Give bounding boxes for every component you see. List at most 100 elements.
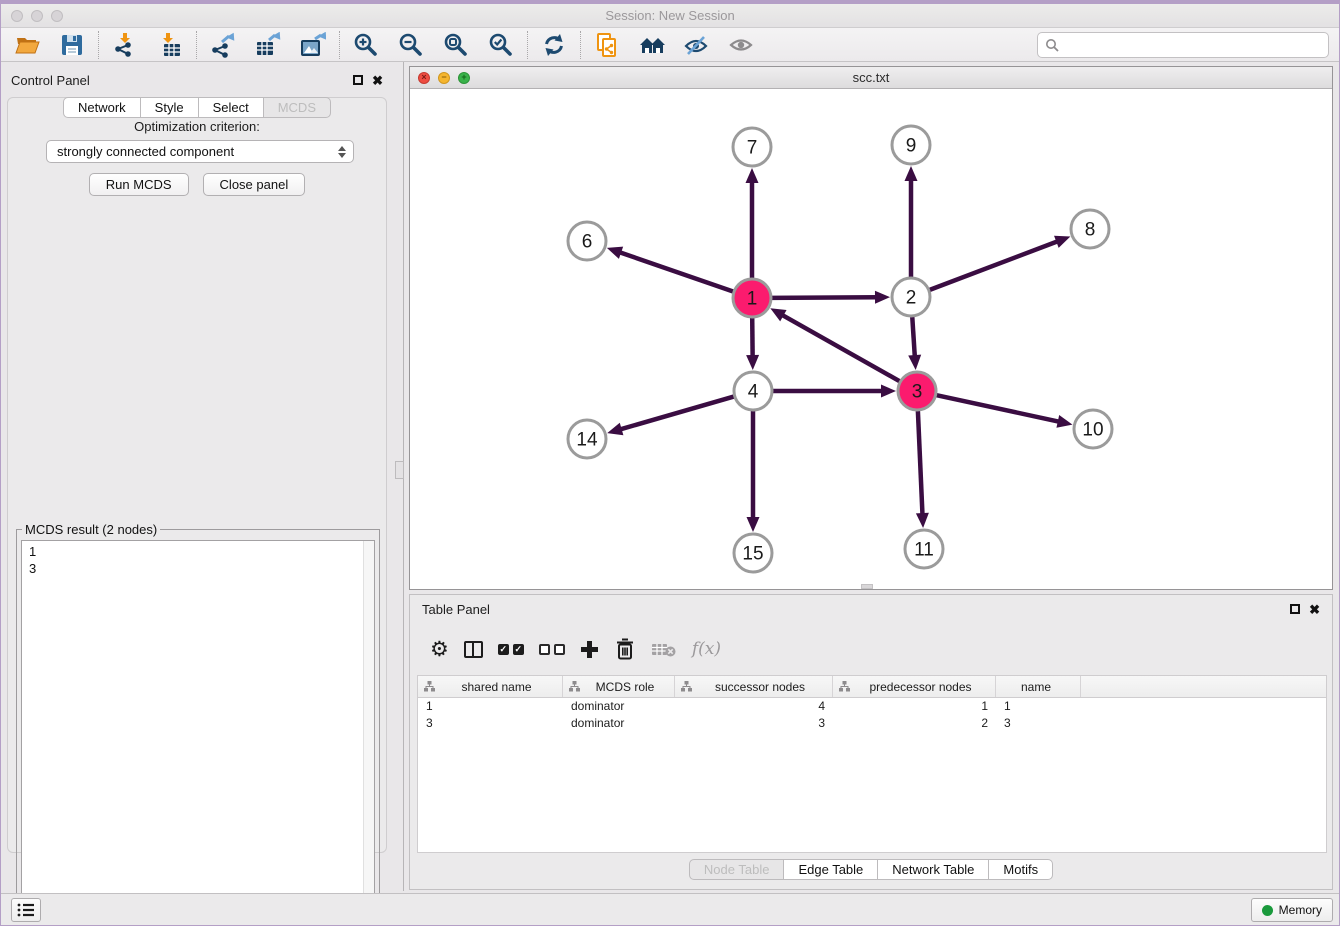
- graph-edge-3-10[interactable]: [937, 395, 1061, 422]
- float-table-panel-icon[interactable]: [1290, 604, 1300, 614]
- canvas-resize-grip[interactable]: [861, 584, 873, 589]
- graph-edge-arrowhead: [881, 385, 896, 398]
- zoom-fit-icon[interactable]: [443, 32, 469, 58]
- graph-edge-1-6[interactable]: [618, 252, 733, 292]
- column-type-icon: [569, 681, 580, 692]
- export-network-icon[interactable]: [210, 32, 236, 58]
- refresh-view-icon[interactable]: [541, 32, 567, 58]
- column-header-name[interactable]: name: [996, 676, 1081, 697]
- optimization-dropdown[interactable]: strongly connected component: [46, 140, 354, 163]
- control-panel-tabs: NetworkStyleSelectMCDS: [1, 97, 393, 118]
- optimization-label: Optimization criterion:: [8, 119, 386, 134]
- column-type-icon: [681, 681, 692, 692]
- graph-node-label: 1: [747, 289, 758, 310]
- export-image-icon[interactable]: [300, 32, 326, 58]
- graph-edge-arrowhead: [908, 355, 921, 370]
- table-body: 1dominator4113dominator323: [418, 698, 1326, 732]
- import-table-icon[interactable]: [157, 32, 183, 58]
- show-columns-icon[interactable]: [464, 636, 483, 662]
- tab-node-table[interactable]: Node Table: [689, 859, 785, 880]
- optimization-dropdown-value: strongly connected component: [57, 144, 234, 159]
- table-cell: 1: [833, 698, 996, 715]
- graph-edge-arrowhead: [875, 291, 890, 304]
- table-row[interactable]: 1dominator411: [418, 698, 1326, 715]
- graph-edge-arrowhead: [905, 166, 918, 181]
- float-panel-icon[interactable]: [353, 75, 363, 85]
- deselect-all-rows-icon[interactable]: [539, 636, 565, 662]
- column-header-successor-nodes[interactable]: successor nodes: [675, 676, 833, 697]
- save-session-icon[interactable]: [59, 32, 85, 58]
- tab-motifs[interactable]: Motifs: [988, 859, 1053, 880]
- graph-node-label: 9: [906, 136, 917, 157]
- status-bar: Memory: [1, 893, 1339, 926]
- task-history-button[interactable]: [11, 898, 41, 922]
- column-header-mcds-role[interactable]: MCDS role: [563, 676, 675, 697]
- network-view-window: × − + scc.txt 7968124314101511: [409, 66, 1333, 590]
- graph-edge-3-11[interactable]: [918, 411, 923, 516]
- graph-node-label: 11: [914, 540, 934, 561]
- table-toolbar: ⚙ ✓✓ f(x): [417, 629, 1325, 669]
- zoom-selected-icon[interactable]: [488, 32, 514, 58]
- zoom-in-icon[interactable]: [353, 32, 379, 58]
- panel-splitter-grip[interactable]: [395, 461, 404, 479]
- control-panel: Control Panel ✖ NetworkStyleSelectMCDS O…: [1, 66, 393, 878]
- export-table-icon[interactable]: [255, 32, 281, 58]
- tab-style[interactable]: Style: [140, 97, 199, 118]
- memory-button[interactable]: Memory: [1251, 898, 1333, 922]
- graph-edge-arrowhead: [1056, 415, 1072, 428]
- mcds-result-box[interactable]: 1 3: [21, 540, 375, 894]
- add-column-icon[interactable]: [580, 636, 599, 662]
- close-table-panel-icon[interactable]: ✖: [1309, 603, 1320, 616]
- run-mcds-button[interactable]: Run MCDS: [89, 173, 189, 196]
- result-scrollbar[interactable]: [363, 541, 374, 893]
- memory-status-dot: [1262, 905, 1273, 916]
- eye-show-icon[interactable]: [729, 32, 755, 58]
- graph-edge-2-3[interactable]: [912, 317, 915, 358]
- network-canvas[interactable]: 7968124314101511: [410, 89, 1332, 589]
- app-titlebar: Session: New Session: [1, 4, 1339, 28]
- table-row[interactable]: 3dominator323: [418, 715, 1326, 732]
- graph-edge-arrowhead: [746, 355, 759, 370]
- search-box[interactable]: [1037, 32, 1329, 58]
- eye-hide-icon[interactable]: [684, 32, 710, 58]
- search-input[interactable]: [1064, 35, 1328, 55]
- graph-edge-arrowhead: [747, 517, 760, 532]
- graph-node-label: 6: [582, 232, 593, 253]
- houses-icon[interactable]: [639, 32, 665, 58]
- column-header-shared-name[interactable]: shared name: [418, 676, 563, 697]
- table-cell: dominator: [563, 715, 675, 732]
- graph-edge-2-8[interactable]: [930, 241, 1059, 290]
- graph-edge-1-2[interactable]: [772, 297, 878, 298]
- tab-mcds[interactable]: MCDS: [263, 97, 331, 118]
- tab-select[interactable]: Select: [198, 97, 264, 118]
- graph-edge-arrowhead: [607, 423, 623, 435]
- delete-column-icon[interactable]: [614, 636, 636, 662]
- zoom-out-icon[interactable]: [398, 32, 424, 58]
- table-cell: 1: [996, 698, 1081, 715]
- open-session-icon[interactable]: [14, 32, 40, 58]
- list-icon: [16, 901, 36, 919]
- node-table: shared nameMCDS rolesuccessor nodesprede…: [417, 675, 1327, 853]
- column-type-icon: [839, 681, 850, 692]
- tab-network[interactable]: Network: [63, 97, 141, 118]
- table-settings-gear-icon[interactable]: ⚙: [430, 636, 449, 662]
- graph-node-label: 15: [742, 544, 763, 565]
- graph-edge-3-1[interactable]: [781, 314, 900, 381]
- documents-share-icon[interactable]: [594, 32, 620, 58]
- main-toolbar: [1, 28, 1339, 62]
- app-title: Session: New Session: [1, 8, 1339, 23]
- table-panel: Table Panel ✖ ⚙ ✓✓ f(x) shared nameMCDS …: [409, 594, 1333, 890]
- close-panel-icon[interactable]: ✖: [372, 74, 383, 87]
- tab-network-table[interactable]: Network Table: [877, 859, 989, 880]
- select-all-rows-icon[interactable]: ✓✓: [498, 636, 524, 662]
- table-cell: 3: [418, 715, 563, 732]
- graph-node-label: 3: [912, 382, 923, 403]
- tab-edge-table[interactable]: Edge Table: [783, 859, 878, 880]
- graph-edge-4-14[interactable]: [619, 397, 734, 430]
- graph-node-label: 14: [576, 430, 598, 451]
- column-header-predecessor-nodes[interactable]: predecessor nodes: [833, 676, 996, 697]
- close-panel-button[interactable]: Close panel: [203, 173, 306, 196]
- import-network-icon[interactable]: [112, 32, 138, 58]
- table-cell: 4: [675, 698, 833, 715]
- mcds-result-group: MCDS result (2 nodes) 1 3: [16, 522, 380, 900]
